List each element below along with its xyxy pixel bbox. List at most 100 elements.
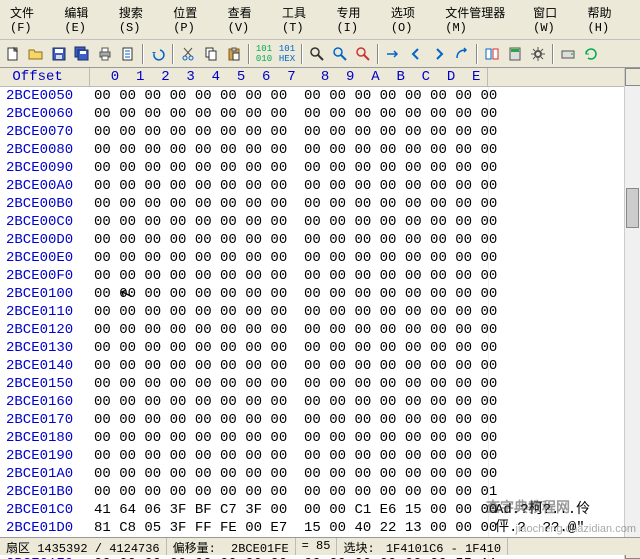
hex-cell[interactable]: 00 00 00 00 00 00 00 00 00 00 00 00 00 0…	[90, 447, 488, 465]
save-file-icon[interactable]	[48, 43, 70, 65]
calculator-icon[interactable]	[504, 43, 526, 65]
ascii-cell[interactable]	[488, 231, 640, 249]
offset-cell[interactable]: 2BCE00E0	[0, 249, 90, 267]
vertical-scrollbar[interactable]	[624, 68, 640, 559]
hex-cell[interactable]: 00 00 00 00 00 00 00 00 00 00 00 00 00 0…	[90, 411, 488, 429]
jump-back-icon[interactable]	[451, 43, 473, 65]
ascii-cell[interactable]	[488, 159, 640, 177]
paste-icon[interactable]	[223, 43, 245, 65]
offset-cell[interactable]: 2BCE01C0	[0, 501, 90, 519]
compare-icon[interactable]	[481, 43, 503, 65]
find-text-icon[interactable]	[352, 43, 374, 65]
gear-icon[interactable]	[527, 43, 549, 65]
goto-icon[interactable]	[382, 43, 404, 65]
hex-cell[interactable]: 00 00 00 00 00 00 00 00 00 00 00 00 00 0…	[90, 105, 488, 123]
hex-cell[interactable]: 41 64 06 3F BF C7 3F 00 00 00 C1 E6 15 0…	[90, 501, 488, 519]
properties-icon[interactable]	[117, 43, 139, 65]
ascii-cell[interactable]	[488, 411, 640, 429]
ascii-cell[interactable]	[488, 285, 640, 303]
copy-icon[interactable]	[200, 43, 222, 65]
offset-cell[interactable]: 2BCE0180	[0, 429, 90, 447]
ascii-cell[interactable]	[488, 195, 640, 213]
ascii-cell[interactable]	[488, 357, 640, 375]
offset-cell[interactable]: 2BCE0110	[0, 303, 90, 321]
undo-icon[interactable]	[147, 43, 169, 65]
open-file-icon[interactable]	[25, 43, 47, 65]
ascii-cell[interactable]	[488, 123, 640, 141]
forward-icon[interactable]	[428, 43, 450, 65]
offset-cell[interactable]: 2BCE0190	[0, 447, 90, 465]
hex-cell[interactable]: 00 00 00 00 00 00 00 00 00 00 00 00 00 0…	[90, 375, 488, 393]
hex-cell[interactable]: 00 00 00 00 00 00 00 00 00 00 00 00 00 0…	[90, 303, 488, 321]
hex-icon[interactable]: 101HEX	[276, 43, 298, 65]
hex-cell[interactable]: 00 00 00 00 00 00 00 00 00 00 00 00 00 0…	[90, 483, 488, 501]
save-all-icon[interactable]	[71, 43, 93, 65]
offset-cell[interactable]: 2BCE0170	[0, 411, 90, 429]
ascii-cell[interactable]	[488, 321, 640, 339]
ascii-cell[interactable]	[488, 375, 640, 393]
offset-cell[interactable]: 2BCE00A0	[0, 177, 90, 195]
offset-cell[interactable]: 2BCE0150	[0, 375, 90, 393]
menu-file[interactable]: 文件(F)	[4, 2, 58, 37]
ascii-cell[interactable]	[488, 555, 640, 559]
offset-cell[interactable]: 2BCE0120	[0, 321, 90, 339]
menu-filemanager[interactable]: 文件管理器(M)	[439, 2, 527, 37]
offset-cell[interactable]: 2BCE0070	[0, 123, 90, 141]
ascii-cell[interactable]	[488, 87, 640, 105]
hex-cell[interactable]: 00 00 00 00 00 00 00 00 00 00 00 00 00 0…	[90, 141, 488, 159]
menu-help[interactable]: 帮助(H)	[582, 2, 636, 37]
hex-cell[interactable]: 00 00 00 00 00 00 00 00 00 00 00 00 00 0…	[90, 213, 488, 231]
hex-cell[interactable]: 00 00 00 00 00 00 00 00 00 00 00 00 00 0…	[90, 87, 488, 105]
back-icon[interactable]	[405, 43, 427, 65]
offset-cell[interactable]: 2BCE00D0	[0, 231, 90, 249]
hex-cell[interactable]: 00 00 00 00 00 00 00 00 00 00 00 00 00 0…	[90, 429, 488, 447]
offset-cell[interactable]: 2BCE0100	[0, 285, 90, 303]
hex-cell[interactable]: 00 00 00 00 00 00 00 00 00 00 00 00 00 0…	[90, 321, 488, 339]
offset-cell[interactable]: 2BCE0050	[0, 87, 90, 105]
offset-cell[interactable]: 2BCE00C0	[0, 213, 90, 231]
ascii-cell[interactable]	[488, 105, 640, 123]
hex-cell[interactable]: 00 00 00 00 00 00 00 00 00 00 00 00 00 0…	[90, 159, 488, 177]
hex-cell[interactable]: 00 00 00 00 00 00 00 00 00 00 00 00 00 0…	[90, 123, 488, 141]
hex-cell[interactable]: 00 00 00 00 00 00 00 00 00 00 00 00 00 0…	[90, 393, 488, 411]
menu-view[interactable]: 查看(V)	[222, 2, 276, 37]
hex-cell[interactable]: 00 00 00 00 00 00 00 00 00 00 00 00 00 0…	[90, 231, 488, 249]
hex-cell[interactable]: 00 00 00 00 00 00 00 00 00 00 00 00 00 0…	[90, 177, 488, 195]
menu-tools[interactable]: 工具(T)	[276, 2, 330, 37]
refresh-icon[interactable]	[580, 43, 602, 65]
hex-cell[interactable]: 00 00 00 00 00 00 00 00 00 00 00 00 00 0…	[90, 339, 488, 357]
offset-cell[interactable]: 2BCE0080	[0, 141, 90, 159]
ascii-cell[interactable]	[488, 393, 640, 411]
offset-cell[interactable]: 2BCE0130	[0, 339, 90, 357]
hex-cell[interactable]: 00 00 00 00 00 00 00 00 00 00 00 00 00 0…	[90, 267, 488, 285]
hex-cell[interactable]: 81 C8 05 3F FF FE 00 E7 15 00 40 22 13 0…	[90, 519, 488, 537]
hex-cell[interactable]: 00 00 00 00 00 00 00 00 00 00 00 00 00 0…	[90, 357, 488, 375]
offset-cell[interactable]: 2BCE00B0	[0, 195, 90, 213]
ascii-cell[interactable]	[488, 249, 640, 267]
disk-icon[interactable]	[557, 43, 579, 65]
ascii-cell[interactable]	[488, 447, 640, 465]
scrollbar-thumb[interactable]	[626, 188, 639, 228]
ascii-cell[interactable]	[488, 339, 640, 357]
ascii-cell[interactable]	[488, 213, 640, 231]
menu-options[interactable]: 选项(O)	[385, 2, 439, 37]
offset-cell[interactable]: 2BCE01A0	[0, 465, 90, 483]
menu-edit[interactable]: 编辑(E)	[58, 2, 112, 37]
ascii-cell[interactable]	[488, 429, 640, 447]
menu-search[interactable]: 搜索(S)	[113, 2, 167, 37]
ascii-cell[interactable]	[488, 303, 640, 321]
cut-icon[interactable]	[177, 43, 199, 65]
ascii-cell[interactable]	[488, 465, 640, 483]
ascii-cell[interactable]	[488, 177, 640, 195]
menu-position[interactable]: 位置(P)	[167, 2, 221, 37]
hex-editor[interactable]: Offset 0 1 2 3 4 5 6 7 8 9 A B C D E F 2…	[0, 68, 640, 559]
find-icon[interactable]	[306, 43, 328, 65]
offset-cell[interactable]: 2BCE01B0	[0, 483, 90, 501]
ascii-cell[interactable]	[488, 141, 640, 159]
print-icon[interactable]	[94, 43, 116, 65]
bit-icon[interactable]: 101010	[253, 43, 275, 65]
offset-cell[interactable]: 2BCE00F0	[0, 267, 90, 285]
offset-cell[interactable]: 2BCE0160	[0, 393, 90, 411]
hex-cell[interactable]: 00 00 00 00 00 00 00 00 00 00 00 00 00 0…	[90, 249, 488, 267]
ascii-cell[interactable]	[488, 267, 640, 285]
